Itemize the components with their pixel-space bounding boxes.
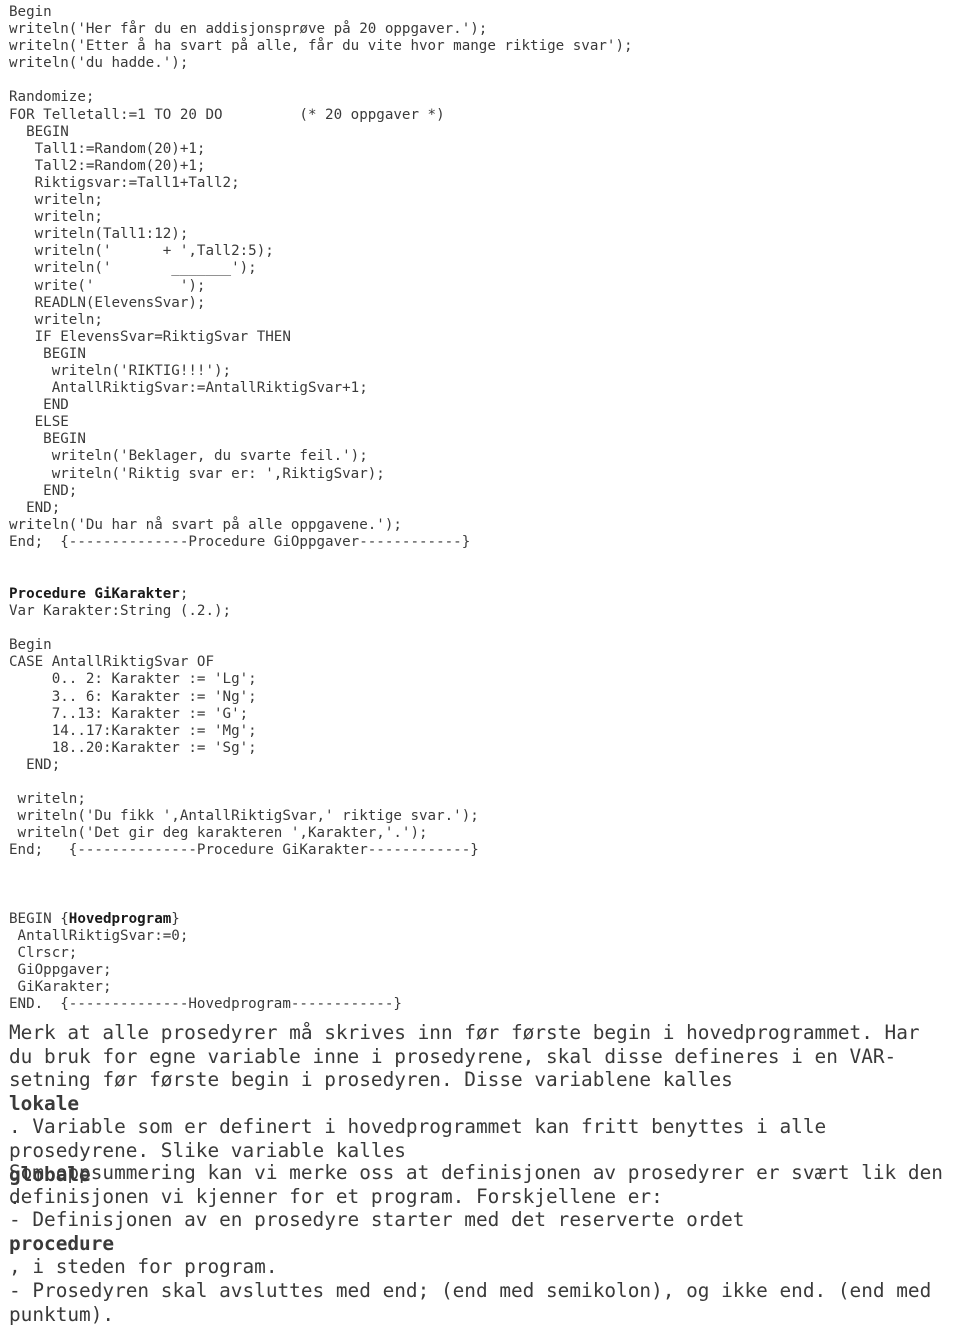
prose-paragraph-2: Som oppsummering kan vi merke oss at def…: [9, 1161, 957, 1326]
document-page: Begin writeln('Her får du en addisjonspr…: [0, 0, 960, 1326]
prose-p2-seg1: Som oppsummering kan vi merke oss at def…: [9, 1161, 943, 1232]
code-lines-gioppgaver: Begin writeln('Her får du en addisjonspr…: [9, 4, 633, 550]
code-block-hovedprogram: BEGIN {Hovedprogram} AntallRiktigSvar:=0…: [9, 911, 633, 1014]
prose-p1-seg2: . Variable som er definert i hovedprogra…: [9, 1115, 838, 1162]
begin-brace-prefix: BEGIN {: [9, 910, 69, 927]
begin-brace-suffix: }: [171, 910, 180, 927]
procedure-keyword-bold: Procedure GiKarakter: [9, 586, 180, 602]
code-lines-hovedprogram: AntallRiktigSvar:=0; Clrscr; GiOppgaver;…: [9, 927, 402, 1012]
hovedprogram-label-bold: Hovedprogram: [68, 910, 172, 927]
procedure-heading-semicolon: ;: [179, 586, 189, 602]
prose-p1-bold-lokale: lokale: [9, 1091, 80, 1115]
code-block-gikarakter: Procedure GiKarakter; Var Karakter:String…: [9, 586, 633, 860]
procedure-gikarakter-heading: Procedure GiKarakter;: [9, 586, 633, 603]
prose-p1-seg1: Merk at alle prosedyrer må skrives inn f…: [9, 1021, 932, 1092]
code-region: Begin writeln('Her får du en addisjonspr…: [9, 4, 633, 1013]
main-program-begin-line: BEGIN {Hovedprogram}: [9, 911, 633, 928]
code-block-gioppgaver: Begin writeln('Her får du en addisjonspr…: [9, 4, 633, 551]
code-lines-gikarakter: Var Karakter:String (.2.); Begin CASE An…: [9, 603, 479, 859]
prose-p2-bold-procedure: procedure: [9, 1231, 115, 1255]
prose-p2-seg2: , i steden for program. - Prosedyren ska…: [9, 1255, 932, 1326]
